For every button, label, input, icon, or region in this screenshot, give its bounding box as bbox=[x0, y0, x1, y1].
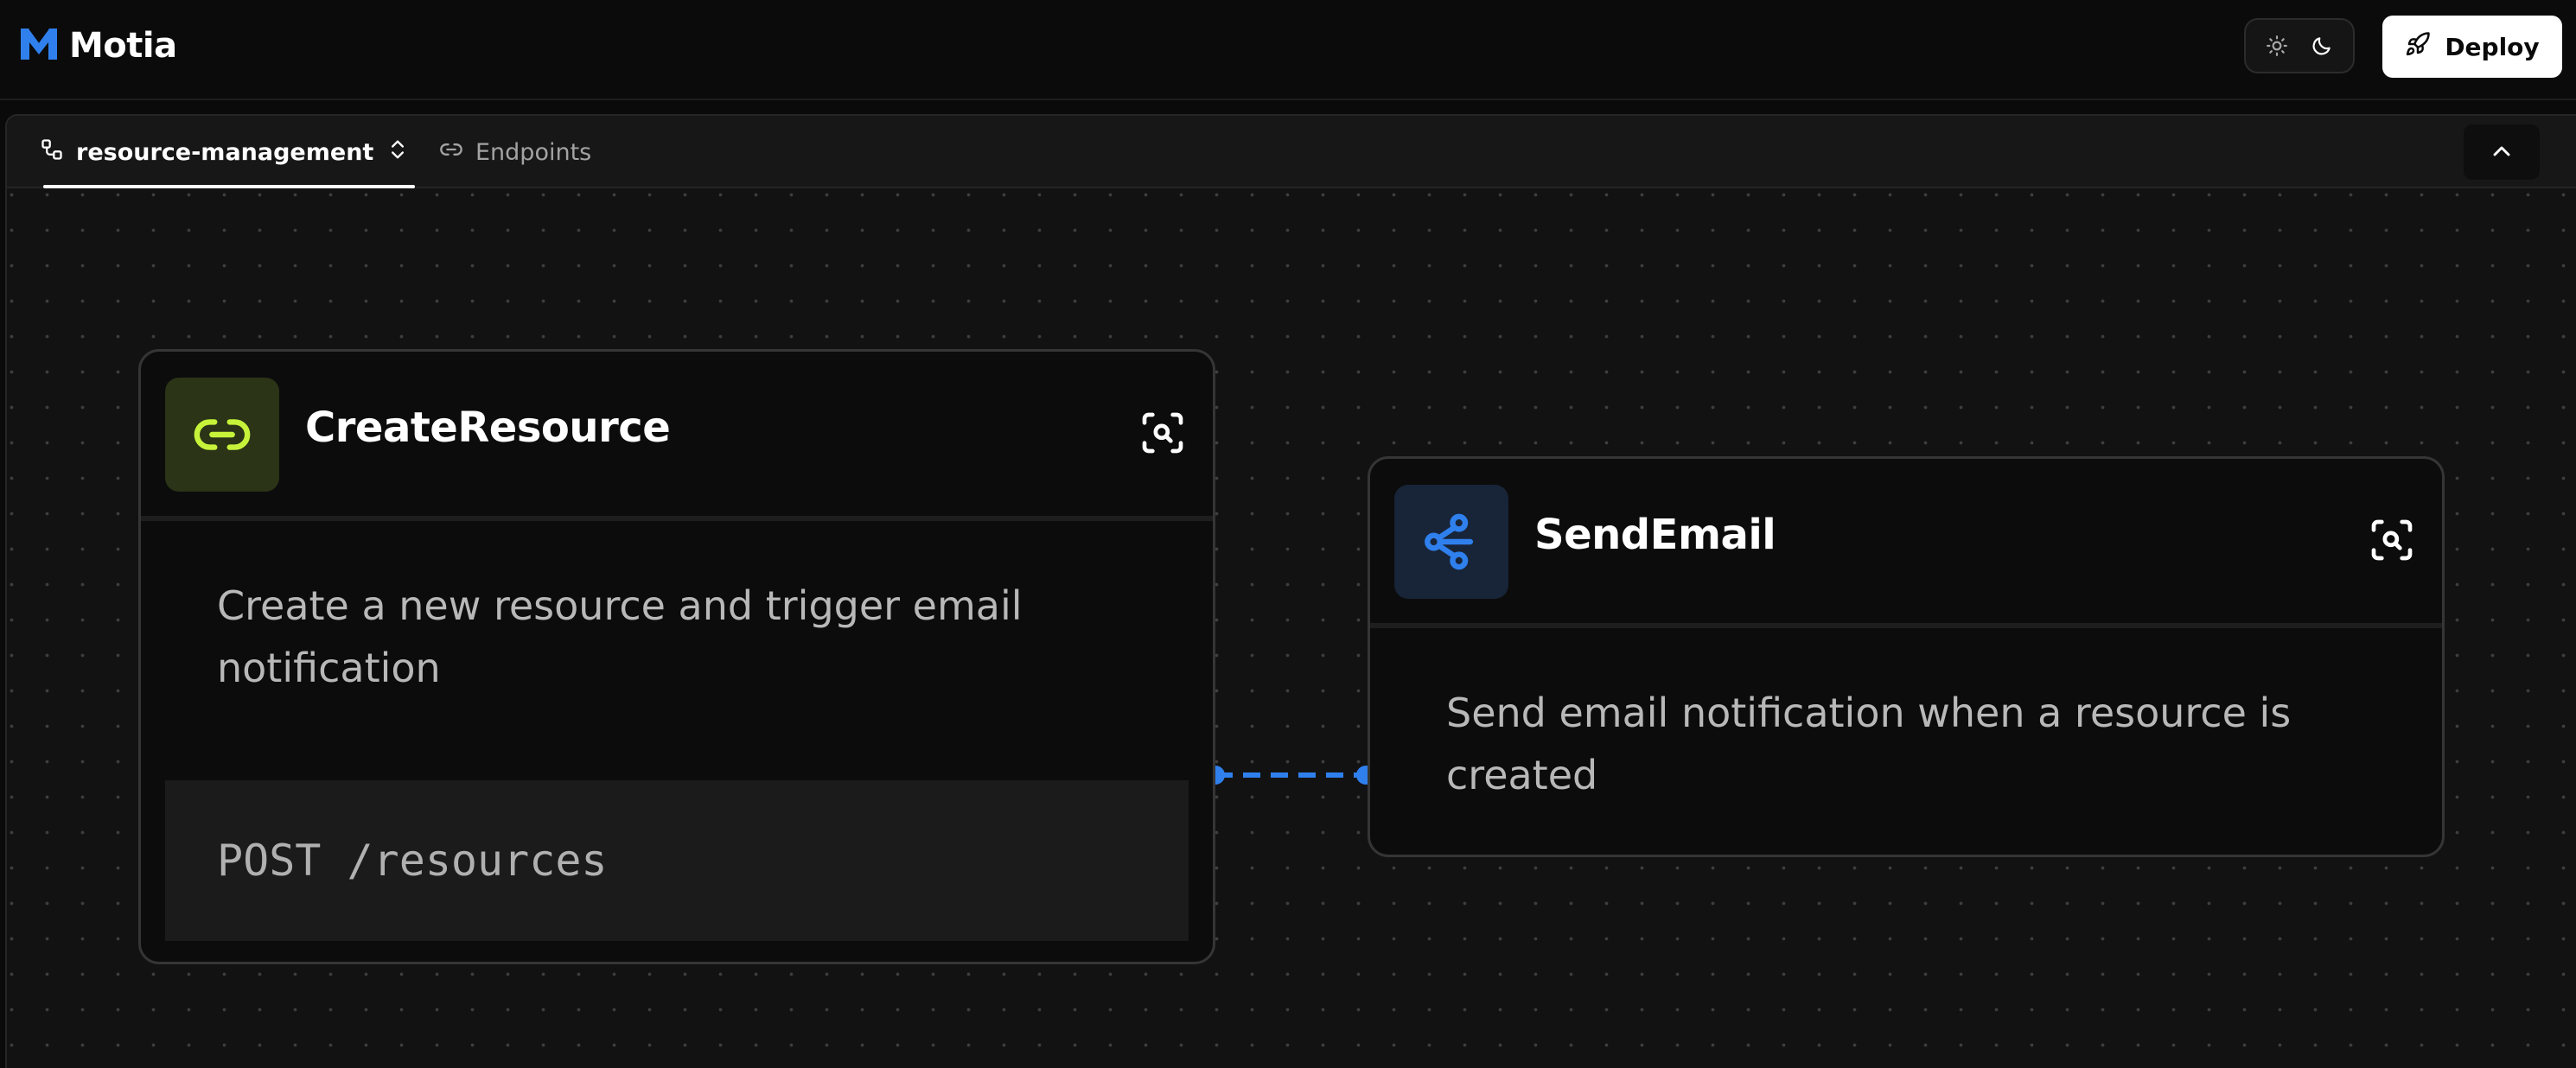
link-icon bbox=[439, 137, 463, 168]
rocket-icon bbox=[2405, 31, 2431, 63]
tab-bar: resource-management Endpoints bbox=[7, 116, 2576, 188]
tab-endpoints-label: Endpoints bbox=[475, 138, 592, 166]
collapse-panel-button[interactable] bbox=[2464, 124, 2540, 180]
chevron-up-icon bbox=[2488, 137, 2515, 168]
node-create-resource[interactable]: CreateResource Create a new resource and… bbox=[138, 349, 1215, 964]
inspect-node-button[interactable] bbox=[1137, 407, 1189, 459]
node-send-email[interactable]: SendEmail Send email notification when a… bbox=[1368, 456, 2445, 857]
node-description: Create a new resource and trigger email … bbox=[217, 582, 1023, 691]
inspect-node-button[interactable] bbox=[2366, 514, 2418, 566]
node-description: Send email notification when a resource … bbox=[1446, 690, 2292, 798]
scan-search-icon bbox=[2371, 519, 2413, 561]
node-title: SendEmail bbox=[1534, 511, 1776, 559]
deploy-label: Deploy bbox=[2445, 32, 2540, 61]
tab-endpoints[interactable]: Endpoints bbox=[439, 116, 591, 188]
motia-logo-icon bbox=[17, 25, 61, 67]
brand[interactable]: Motia bbox=[17, 21, 177, 71]
event-node-icon bbox=[1394, 485, 1508, 599]
theme-toggle[interactable] bbox=[2244, 18, 2355, 73]
workflow-icon bbox=[1425, 513, 1474, 570]
node-title: CreateResource bbox=[305, 404, 671, 452]
endpoint-route: POST /resources bbox=[165, 780, 1189, 941]
moon-icon[interactable] bbox=[2303, 27, 2341, 65]
chevrons-up-down-icon bbox=[386, 137, 410, 168]
flow-icon bbox=[40, 137, 64, 168]
api-node-icon bbox=[165, 378, 279, 492]
deploy-button[interactable]: Deploy bbox=[2382, 16, 2562, 78]
workspace-panel: resource-management Endpoints CreateReso… bbox=[5, 114, 2576, 1068]
app-name: Motia bbox=[69, 26, 177, 66]
flow-canvas[interactable]: CreateResource Create a new resource and… bbox=[7, 190, 2576, 1068]
tab-flow-label: resource-management bbox=[76, 138, 374, 166]
node-header: SendEmail bbox=[1370, 459, 2442, 628]
tab-flow-selector[interactable]: resource-management bbox=[40, 116, 416, 188]
top-bar: Motia Deploy bbox=[0, 0, 2576, 100]
sun-icon[interactable] bbox=[2258, 27, 2296, 65]
link-icon bbox=[194, 419, 251, 450]
node-header: CreateResource bbox=[141, 352, 1213, 521]
scan-search-icon bbox=[1142, 412, 1183, 454]
